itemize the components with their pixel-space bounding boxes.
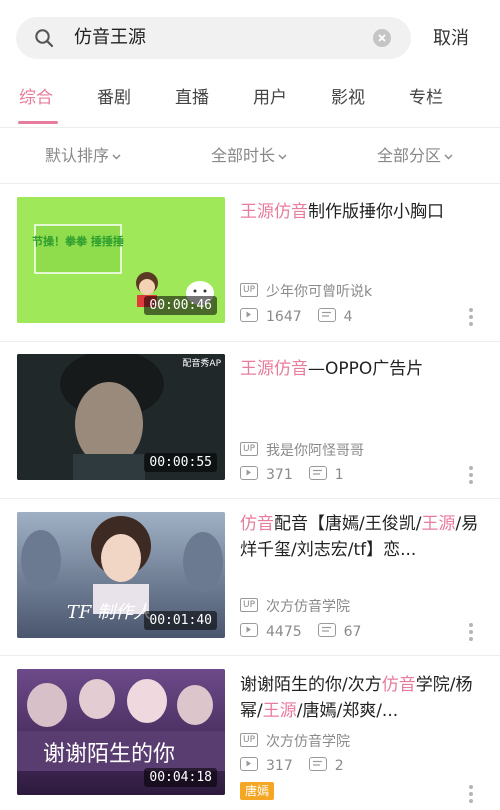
result-item[interactable]: 配音秀AP 00:00:55 王源仿音—OPPO广告片 UP 我是你阿怪哥哥 37… — [0, 342, 500, 499]
video-thumbnail[interactable]: 配音秀AP 00:00:55 — [17, 354, 225, 480]
video-title[interactable]: 王源仿音—OPPO广告片 — [240, 356, 490, 382]
active-tab-indicator — [18, 121, 58, 124]
uploader-name: 次方仿音学院 — [266, 599, 351, 615]
play-count: 317 — [266, 758, 293, 774]
title-highlight: 王源 — [262, 701, 297, 721]
result-item[interactable]: 谢谢陌生的你 00:04:18 谢谢陌生的你/次方仿音学院/杨幂/王源/唐嫣/郑… — [0, 656, 500, 810]
tag-badge[interactable]: 唐嫣 — [240, 782, 275, 800]
result-item[interactable]: TF 制作人 00:01:40 仿音配音【唐嫣/王俊凯/王源/易烊千玺/刘志宏/… — [0, 499, 500, 656]
video-title[interactable]: 王源仿音制作版捶你小胸口 — [240, 199, 490, 225]
sort-filter[interactable]: 默认排序 — [45, 144, 121, 169]
up-badge: UP — [240, 598, 259, 612]
danmaku-icon — [317, 623, 336, 637]
uploader-name: 少年你可曾听说k — [266, 284, 373, 300]
more-vertical-icon[interactable] — [468, 622, 474, 642]
video-duration: 00:01:40 — [144, 611, 217, 630]
stats-row: 4475 67 — [240, 622, 361, 642]
danmaku-count: 1 — [334, 467, 344, 483]
tab-film[interactable]: 影视 — [331, 86, 365, 110]
uploader-row[interactable]: UP 次方仿音学院 — [240, 732, 350, 752]
search-icon — [34, 28, 54, 48]
uploader-row[interactable]: UP 我是你阿怪哥哥 — [240, 441, 364, 461]
chevron-down-icon — [112, 143, 121, 167]
up-badge: UP — [240, 283, 259, 297]
chevron-down-icon — [444, 143, 453, 167]
title-text: 配音【唐嫣/王俊凯/ — [274, 514, 422, 534]
danmaku-icon — [308, 466, 327, 480]
thumb-caption: TF 制作人 — [67, 602, 151, 623]
play-count-icon — [240, 623, 258, 637]
search-bar: 仿音王源 取消 — [0, 0, 500, 78]
tab-bar: 综合 番剧 直播 用户 影视 专栏 — [0, 80, 500, 128]
video-duration: 00:00:46 — [144, 296, 217, 315]
title-highlight: 仿音 — [381, 675, 416, 695]
title-highlight: 王源 — [421, 514, 456, 534]
stats-row: 1647 4 — [240, 307, 353, 327]
cancel-button[interactable]: 取消 — [433, 27, 469, 51]
danmaku-icon — [317, 308, 336, 322]
title-text: —OPPO广告片 — [308, 359, 424, 379]
thumb-caption: 谢谢陌生的你 — [43, 742, 175, 767]
title-text: 谢谢陌生的你/次方 — [240, 675, 382, 695]
stats-row: 371 1 — [240, 465, 344, 485]
title-text: 制作版捶你小胸口 — [308, 202, 444, 222]
tab-bangumi[interactable]: 番剧 — [97, 86, 131, 110]
stats-row: 317 2 — [240, 756, 344, 776]
clear-icon[interactable] — [373, 29, 391, 47]
play-count: 371 — [266, 467, 293, 483]
tab-articles[interactable]: 专栏 — [409, 86, 443, 110]
result-item[interactable]: 节操！拳拳 捶捶捶 00:00:46 王源仿音制作版捶你小胸口 UP 少年你可曾听… — [0, 185, 500, 342]
search-box[interactable]: 仿音王源 — [16, 17, 411, 59]
play-count-icon — [240, 308, 258, 322]
uploader-row[interactable]: UP 次方仿音学院 — [240, 597, 350, 617]
thumb-caption: 配音秀AP — [182, 357, 221, 369]
title-highlight: 仿音 — [240, 514, 274, 534]
chevron-down-icon — [278, 143, 287, 167]
up-badge: UP — [240, 733, 259, 747]
danmaku-count: 2 — [334, 758, 344, 774]
video-thumbnail[interactable]: 节操！拳拳 捶捶捶 00:00:46 — [17, 197, 225, 323]
more-vertical-icon[interactable] — [468, 465, 474, 485]
video-duration: 00:00:55 — [144, 453, 217, 472]
play-count: 1647 — [266, 309, 302, 325]
filter-bar: 默认排序 全部时长 全部分区 — [0, 130, 500, 184]
uploader-name: 我是你阿怪哥哥 — [266, 443, 365, 459]
sort-filter-label: 默认排序 — [45, 146, 110, 165]
zone-filter-label: 全部分区 — [377, 146, 442, 165]
zone-filter[interactable]: 全部分区 — [377, 144, 453, 169]
duration-filter-label: 全部时长 — [211, 146, 276, 165]
video-duration: 00:04:18 — [144, 768, 217, 787]
tab-users[interactable]: 用户 — [253, 86, 287, 110]
up-badge: UP — [240, 442, 259, 456]
search-input[interactable]: 仿音王源 — [74, 25, 146, 51]
play-count-icon — [240, 757, 258, 771]
more-vertical-icon[interactable] — [468, 784, 474, 804]
tab-all[interactable]: 综合 — [19, 86, 53, 110]
duration-filter[interactable]: 全部时长 — [211, 144, 287, 169]
play-count-icon — [240, 466, 258, 480]
play-count: 4475 — [266, 624, 302, 640]
video-thumbnail[interactable]: 谢谢陌生的你 00:04:18 — [17, 669, 225, 795]
uploader-name: 次方仿音学院 — [266, 734, 351, 750]
title-highlight: 王源仿音 — [240, 359, 308, 379]
video-title[interactable]: 谢谢陌生的你/次方仿音学院/杨幂/王源/唐嫣/郑爽/... — [240, 672, 490, 724]
danmaku-count: 67 — [343, 624, 362, 640]
danmaku-count: 4 — [343, 309, 353, 325]
video-title[interactable]: 仿音配音【唐嫣/王俊凯/王源/易烊千玺/刘志宏/tf】恋... — [240, 511, 490, 563]
title-text: /唐嫣/郑爽/... — [296, 701, 399, 721]
tab-live[interactable]: 直播 — [175, 86, 209, 110]
more-vertical-icon[interactable] — [468, 307, 474, 327]
danmaku-icon — [308, 757, 327, 771]
uploader-row[interactable]: UP 少年你可曾听说k — [240, 282, 372, 302]
video-thumbnail[interactable]: TF 制作人 00:01:40 — [17, 512, 225, 638]
thumb-caption: 节操！拳拳 捶捶捶 — [32, 234, 124, 248]
title-highlight: 王源仿音 — [240, 202, 308, 222]
